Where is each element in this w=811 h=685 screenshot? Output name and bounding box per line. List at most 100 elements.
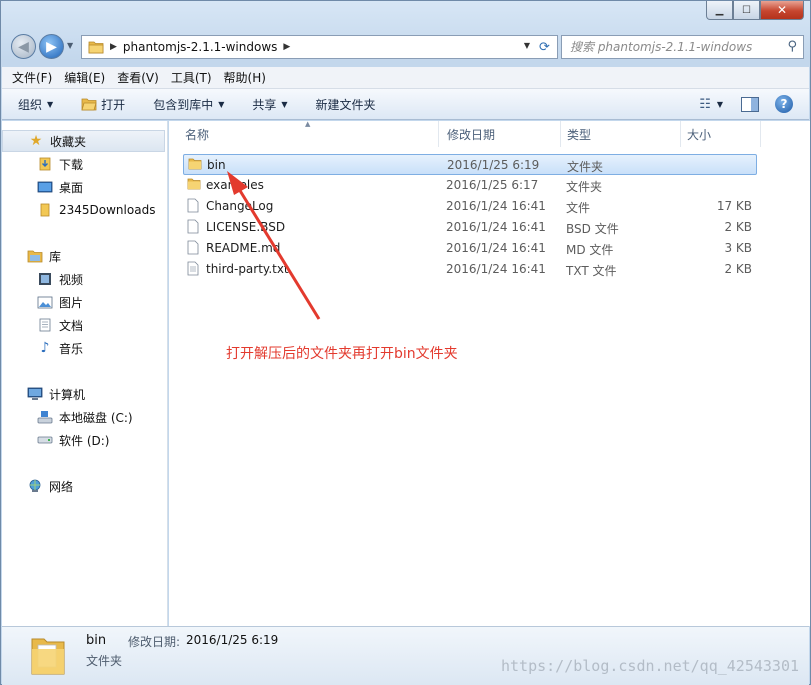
back-button[interactable]: ◀ <box>11 34 36 59</box>
recent-pages-dropdown-icon[interactable]: ▼ <box>67 41 73 50</box>
file-modified: 2016/1/24 16:41 <box>446 199 546 213</box>
file-modified: 2016/1/25 6:19 <box>447 158 540 172</box>
search-input[interactable] <box>570 40 770 54</box>
nav-desktop-label: 桌面 <box>59 180 84 195</box>
caption-buttons: ▁ ☐ ✕ <box>706 1 804 20</box>
nav-software-disk-d[interactable]: 软件 (D:) <box>2 429 165 451</box>
nav-libraries-label: 库 <box>49 249 62 264</box>
maximize-icon[interactable]: ☐ <box>733 1 760 20</box>
nav-documents[interactable]: 文档 <box>2 314 165 336</box>
refresh-button[interactable]: ⟳ <box>532 35 558 59</box>
nav-videos[interactable]: 视频 <box>2 268 165 290</box>
file-size: 2 KB <box>724 220 752 234</box>
breadcrumb-separator-icon[interactable]: ▶ <box>110 42 117 52</box>
include-in-library-button[interactable]: 包含到库中 ▼ <box>153 96 224 113</box>
file-name: LICENSE.BSD <box>206 220 286 234</box>
view-dropdown-icon[interactable]: ▼ <box>717 100 723 109</box>
nav-downloads-label: 下载 <box>59 157 84 172</box>
file-row-changelog[interactable]: ChangeLog 2016/1/24 16:41 文件 17 KB <box>183 196 757 217</box>
explorer-window: ▁ ☐ ✕ ◀ ▶ ▼ ▶ phantomjs-2.1.1-windows ▶ … <box>0 0 811 685</box>
details-modified-value: 2016/1/25 6:19 <box>186 633 279 647</box>
file-size: 3 KB <box>724 241 752 255</box>
nav-music[interactable]: ♪ 音乐 <box>2 337 165 359</box>
open-label: 打开 <box>101 97 126 112</box>
desktop-icon <box>37 181 53 194</box>
system-drive-icon <box>37 410 53 424</box>
nav-2345downloads[interactable]: 2345Downloads <box>2 199 165 221</box>
file-size: 17 KB <box>716 199 752 213</box>
close-icon[interactable]: ✕ <box>760 1 804 20</box>
address-row: ◀ ▶ ▼ ▶ phantomjs-2.1.1-windows ▶ ▼ ⟳ ⚲ <box>9 31 804 63</box>
view-controls: ☷ ▼ ? <box>699 95 793 113</box>
network-icon <box>27 479 43 493</box>
computer-icon <box>27 387 43 401</box>
dropdown-arrow-icon: ▼ <box>281 99 288 109</box>
folder-icon <box>88 41 104 54</box>
downloads-folder-icon <box>37 157 53 171</box>
breadcrumb-current[interactable]: phantomjs-2.1.1-windows <box>123 40 277 54</box>
nav-pictures[interactable]: 图片 <box>2 291 165 313</box>
nav-computer[interactable]: 计算机 <box>2 383 165 405</box>
folder-icon <box>187 178 201 190</box>
file-name: ChangeLog <box>206 199 274 213</box>
nav-favorites-label: 收藏夹 <box>50 134 87 149</box>
file-list-pane: ▲ 名称 修改日期 类型 大小 bin 2016/1/25 6:19 文件夹 e… <box>169 120 810 626</box>
menu-tools[interactable]: 工具(T) <box>171 69 212 86</box>
address-bar[interactable]: ▶ phantomjs-2.1.1-windows ▶ ▼ <box>81 35 537 59</box>
file-row-third-party[interactable]: third-party.txt 2016/1/24 16:41 TXT 文件 2… <box>183 259 757 280</box>
search-icon[interactable]: ⚲ <box>787 39 797 54</box>
column-modified[interactable]: 修改日期 <box>441 121 561 147</box>
file-type: 文件夹 <box>567 160 604 174</box>
search-box[interactable]: ⚲ <box>561 35 804 59</box>
address-history-dropdown-icon[interactable]: ▼ <box>524 41 530 50</box>
column-type-label: 类型 <box>567 127 592 142</box>
column-name[interactable]: 名称 <box>179 121 439 147</box>
preview-pane-icon[interactable] <box>741 96 759 112</box>
file-row-readme[interactable]: README.md 2016/1/24 16:41 MD 文件 3 KB <box>183 238 757 259</box>
help-icon[interactable]: ? <box>775 95 793 113</box>
new-folder-button[interactable]: 新建文件夹 <box>316 96 376 113</box>
details-file-type: 文件夹 <box>86 654 123 668</box>
command-bar: 组织 ▼ 打开 包含到库中 ▼ 共享 ▼ 新建文件夹 ☷ ▼ ? <box>2 89 809 120</box>
nav-downloads[interactable]: 下载 <box>2 153 165 175</box>
menu-view[interactable]: 查看(V) <box>117 69 159 86</box>
nav-software-disk-label: 软件 (D:) <box>59 433 110 448</box>
file-icon <box>187 240 199 255</box>
menu-edit[interactable]: 编辑(E) <box>64 69 105 86</box>
share-button[interactable]: 共享 ▼ <box>252 96 287 113</box>
nav-desktop[interactable]: 桌面 <box>2 176 165 198</box>
organize-label: 组织 <box>18 97 43 112</box>
folder-thumbnail-icon <box>31 638 65 675</box>
file-modified: 2016/1/25 6:17 <box>446 178 539 192</box>
nav-libraries[interactable]: 库 <box>2 245 165 267</box>
file-size: 2 KB <box>724 262 752 276</box>
column-type[interactable]: 类型 <box>561 121 681 147</box>
nav-2345downloads-label: 2345Downloads <box>59 203 156 217</box>
drive-icon <box>37 435 53 445</box>
minimize-icon[interactable]: ▁ <box>706 1 733 20</box>
column-size[interactable]: 大小 <box>681 121 761 147</box>
forward-button[interactable]: ▶ <box>39 34 64 59</box>
open-folder-icon <box>81 98 97 111</box>
file-row-license[interactable]: LICENSE.BSD 2016/1/24 16:41 BSD 文件 2 KB <box>183 217 757 238</box>
menu-file[interactable]: 文件(F) <box>12 69 52 86</box>
breadcrumb-separator-icon[interactable]: ▶ <box>283 42 290 52</box>
refresh-icon: ⟳ <box>539 39 550 55</box>
file-row-bin[interactable]: bin 2016/1/25 6:19 文件夹 <box>183 154 757 175</box>
view-options-icon[interactable]: ☷ <box>699 97 711 112</box>
open-button[interactable]: 打开 <box>81 96 125 113</box>
details-pane: bin 修改日期: 2016/1/25 6:19 文件夹 https://blo… <box>2 626 809 685</box>
file-row-examples[interactable]: examples 2016/1/25 6:17 文件夹 <box>183 175 757 196</box>
folder-icon <box>188 158 202 170</box>
nav-favorites[interactable]: ★ 收藏夹 <box>2 130 165 152</box>
file-type: 文件夹 <box>566 180 603 194</box>
nav-music-label: 音乐 <box>59 341 84 356</box>
organize-button[interactable]: 组织 ▼ <box>18 96 53 113</box>
details-file-name: bin <box>86 633 107 648</box>
nav-local-disk-c[interactable]: 本地磁盘 (C:) <box>2 406 165 428</box>
nav-network[interactable]: 网络 <box>2 475 165 497</box>
file-modified: 2016/1/24 16:41 <box>446 220 546 234</box>
menu-help[interactable]: 帮助(H) <box>224 69 266 86</box>
nav-network-label: 网络 <box>49 479 74 494</box>
nav-videos-label: 视频 <box>59 272 84 287</box>
